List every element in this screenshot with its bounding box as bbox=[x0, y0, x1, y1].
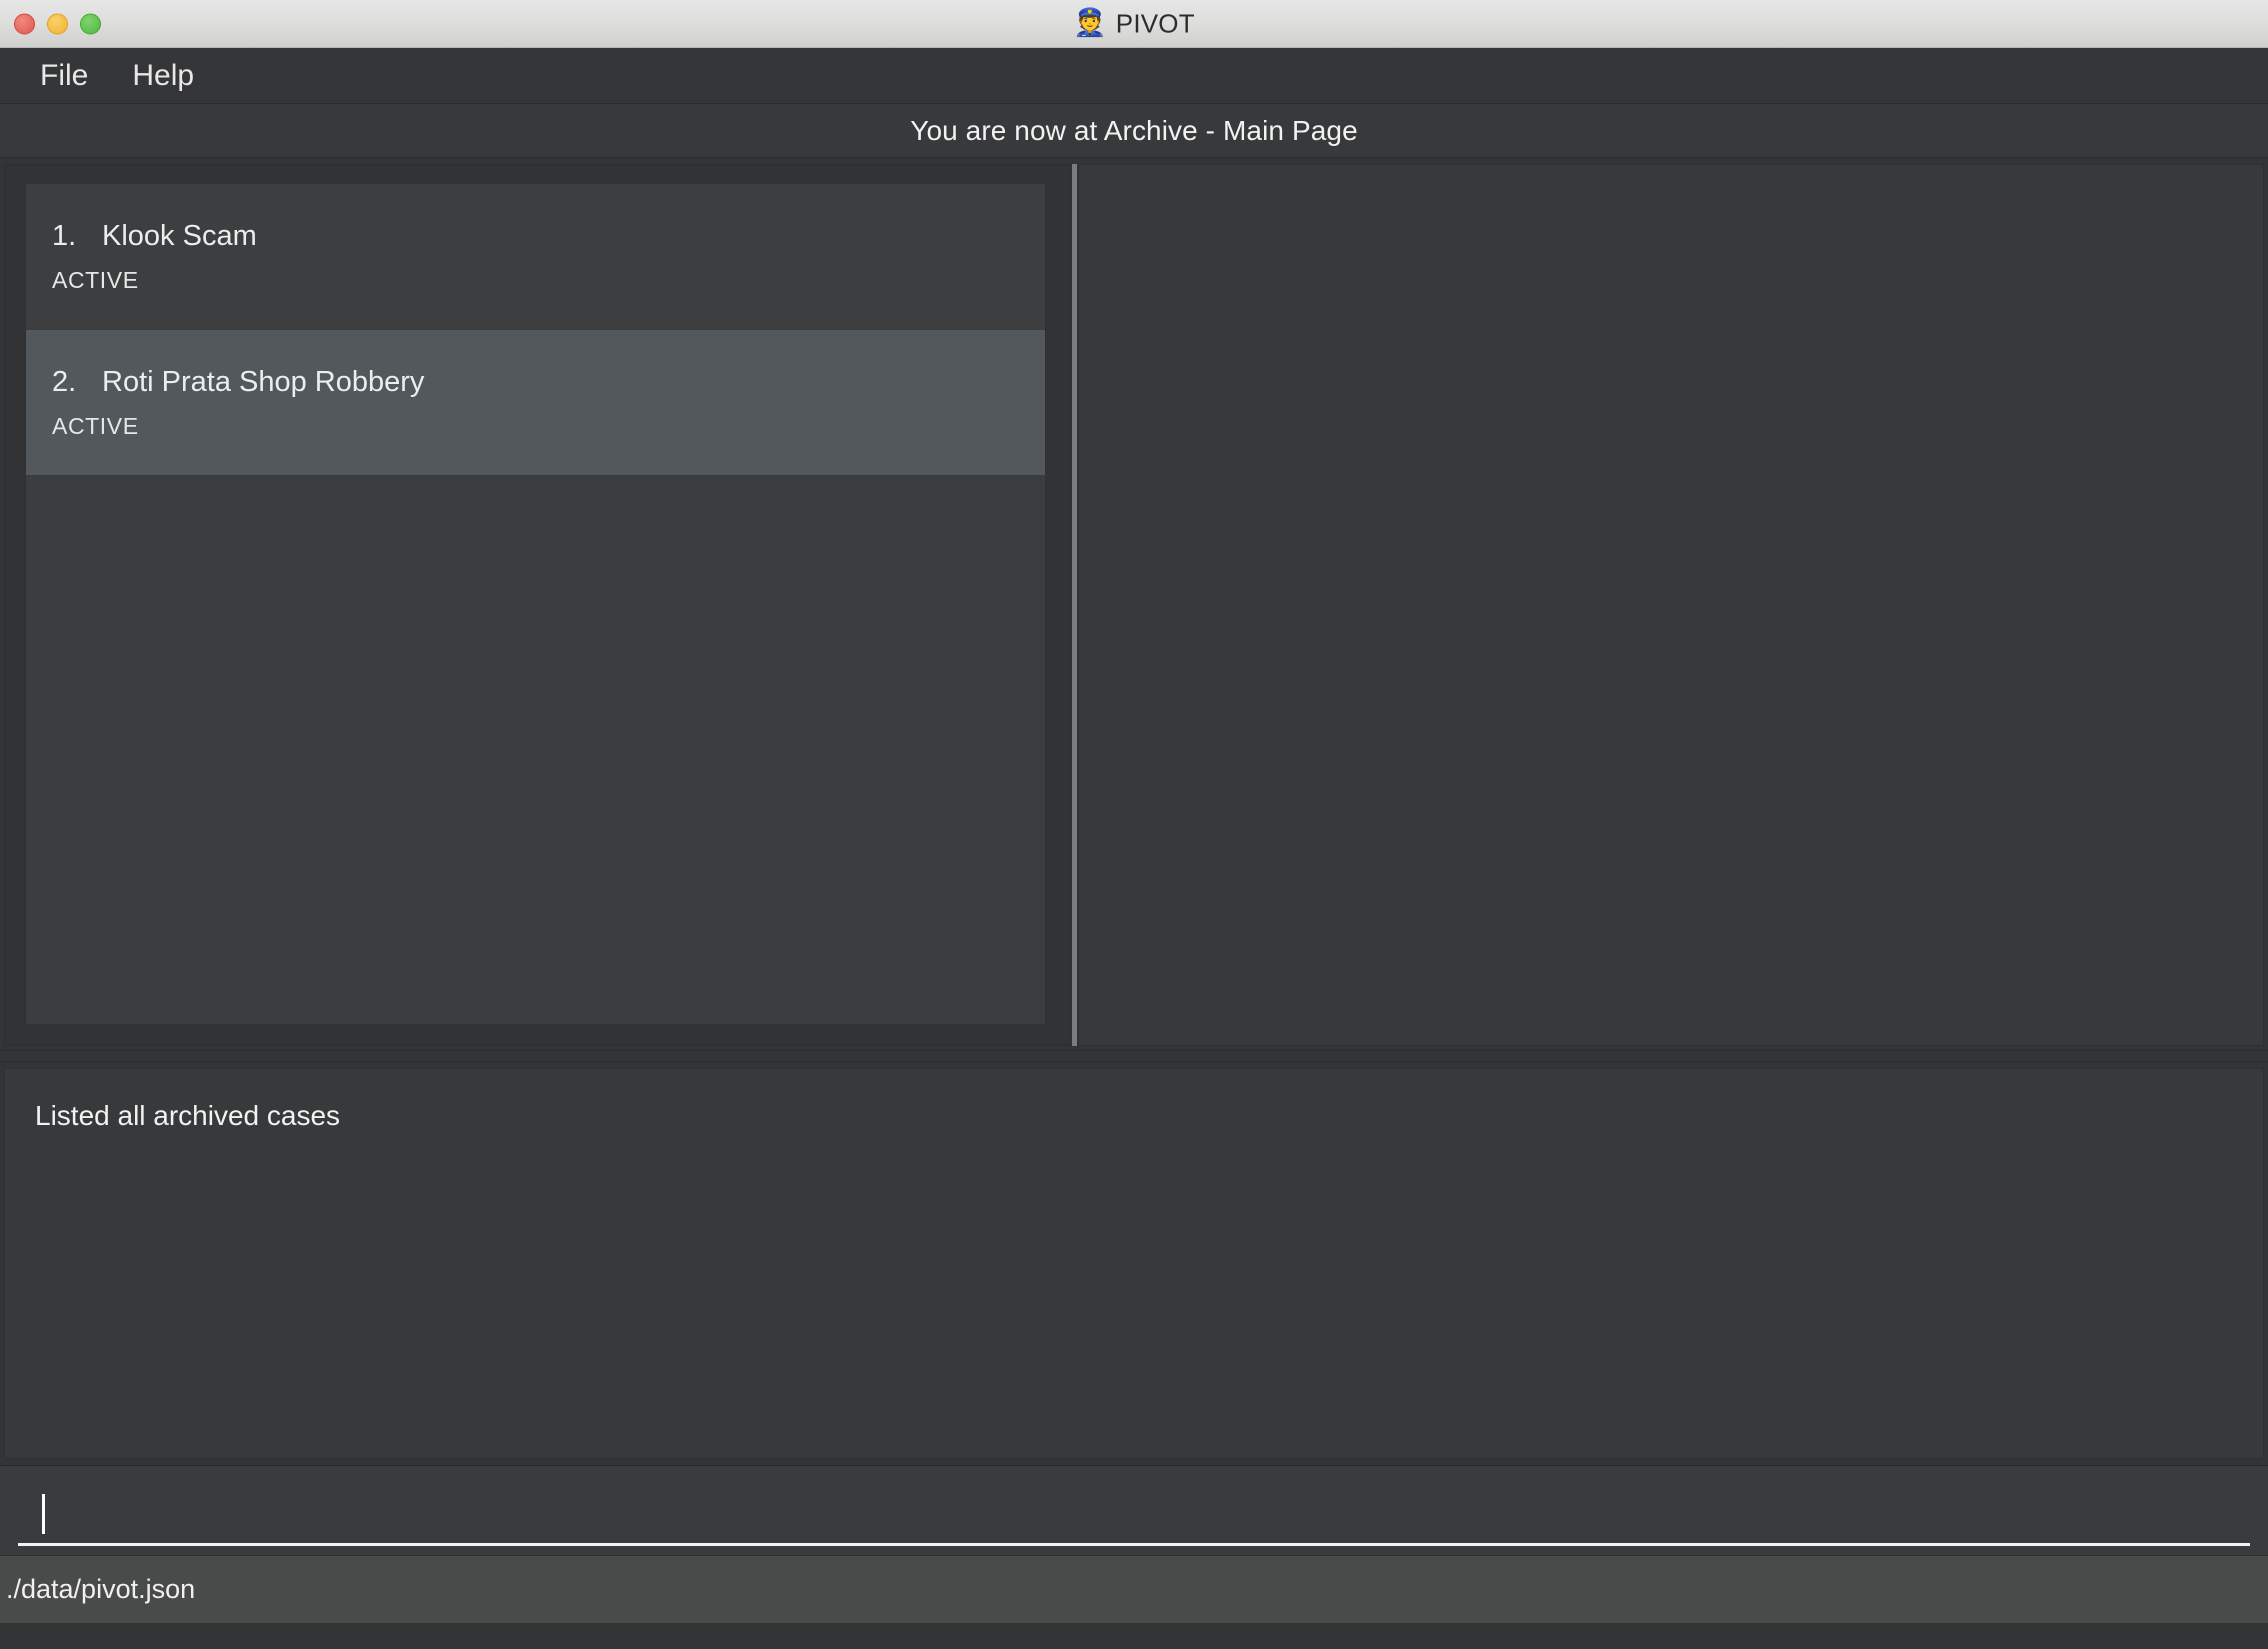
command-input-area bbox=[0, 1465, 2268, 1555]
case-list-panel: 1. Klook Scam ACTIVE 2. Roti Prata Shop … bbox=[4, 164, 1071, 1046]
location-bar: You are now at Archive - Main Page bbox=[0, 104, 2268, 158]
results-message: Listed all archived cases bbox=[35, 1100, 341, 1131]
results-area: Listed all archived cases bbox=[0, 1062, 2268, 1465]
maximize-window-button[interactable] bbox=[80, 13, 101, 34]
status-badge: ACTIVE bbox=[52, 266, 139, 293]
status-badge: ACTIVE bbox=[52, 412, 139, 439]
main-split-area: 1. Klook Scam ACTIVE 2. Roti Prata Shop … bbox=[0, 158, 2268, 1050]
case-detail-panel bbox=[1078, 164, 2264, 1046]
command-input[interactable] bbox=[18, 1484, 2250, 1546]
case-name: Klook Scam bbox=[102, 219, 257, 252]
menu-bar: File Help bbox=[0, 48, 2268, 104]
minimize-window-button[interactable] bbox=[47, 13, 68, 34]
vertical-splitter-handle[interactable] bbox=[1072, 164, 1077, 1046]
case-name: Roti Prata Shop Robbery bbox=[102, 365, 425, 398]
status-bar: ./data/pivot.json bbox=[0, 1555, 2268, 1623]
close-window-button[interactable] bbox=[14, 13, 35, 34]
window-titlebar: 👮 PIVOT bbox=[0, 0, 2268, 48]
list-item[interactable]: 2. Roti Prata Shop Robbery ACTIVE bbox=[26, 330, 1045, 476]
window-title-group: 👮 PIVOT bbox=[0, 8, 2268, 39]
menu-help[interactable]: Help bbox=[116, 56, 210, 96]
text-caret bbox=[42, 1493, 45, 1534]
list-item[interactable]: 1. Klook Scam ACTIVE bbox=[26, 184, 1045, 330]
menu-file[interactable]: File bbox=[24, 56, 104, 96]
traffic-light-group bbox=[14, 13, 101, 34]
horizontal-splitter-handle[interactable] bbox=[0, 1050, 2268, 1062]
status-file-path: ./data/pivot.json bbox=[6, 1574, 196, 1604]
archived-case-list[interactable]: 1. Klook Scam ACTIVE 2. Roti Prata Shop … bbox=[25, 183, 1046, 1025]
case-index: 2. bbox=[52, 365, 77, 398]
case-title-row: 2. Roti Prata Shop Robbery bbox=[52, 366, 1019, 399]
police-officer-icon: 👮 bbox=[1073, 7, 1107, 37]
location-label: You are now at Archive - Main Page bbox=[910, 114, 1358, 146]
case-index: 1. bbox=[52, 219, 77, 252]
window-title: PIVOT bbox=[1115, 8, 1195, 38]
case-title-row: 1. Klook Scam bbox=[52, 220, 1019, 253]
results-panel: Listed all archived cases bbox=[4, 1068, 2264, 1459]
